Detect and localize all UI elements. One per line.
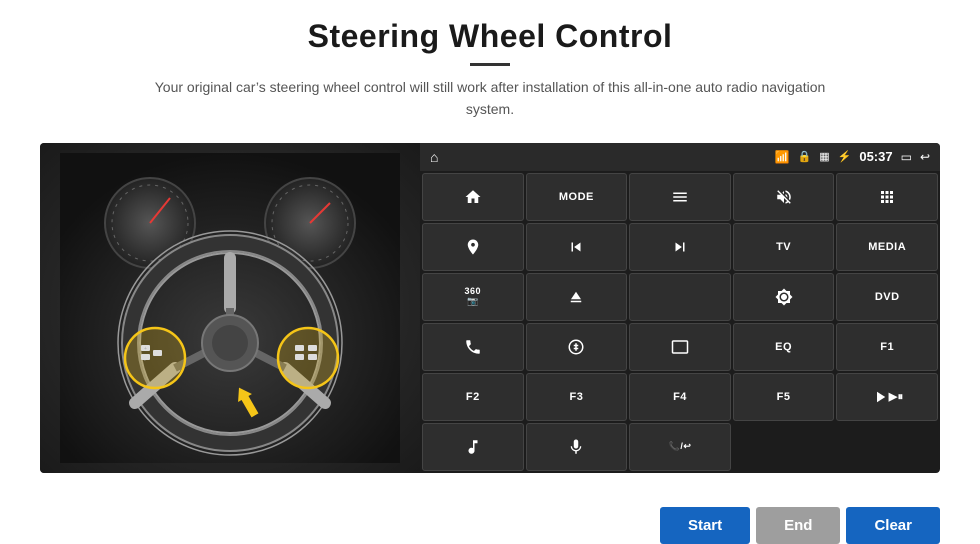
hu-btn-playpause[interactable]: ▶⏸ [836,373,938,421]
start-button[interactable]: Start [660,507,750,544]
hu-btn-prev[interactable] [526,223,628,271]
hu-btn-eject[interactable] [526,273,628,321]
steering-wheel-svg: + - [60,153,400,463]
car-image-panel: + - [40,143,420,473]
screen-icon: ▭ [901,150,912,164]
hu-btn-phone[interactable] [422,323,524,371]
hu-btn-f3[interactable]: F3 [526,373,628,421]
hu-btn-dvd[interactable]: DVD [836,273,938,321]
status-bar: ⌂ 📶 🔒 ▦ ⚡ 05:37 ▭ ↩ [420,143,940,171]
svg-text:+: + [144,346,147,352]
car-background: + - [40,143,420,473]
title-section: Steering Wheel Control Your original car… [40,18,940,135]
hu-btn-nav[interactable] [422,223,524,271]
button-grid: MODE TV [420,171,940,473]
hu-btn-tv[interactable]: TV [733,223,835,271]
back-icon: ↩ [920,150,930,164]
title-divider [470,63,510,66]
hu-btn-f1[interactable]: F1 [836,323,938,371]
hu-btn-music[interactable] [422,423,524,471]
hu-btn-f4[interactable]: F4 [629,373,731,421]
content-area: + - ⌂ [40,143,940,499]
hu-btn-home[interactable] [422,173,524,221]
hu-btn-apps[interactable] [836,173,938,221]
subtitle: Your original car’s steering wheel contr… [140,76,840,121]
wifi-icon: 📶 [775,150,790,164]
hu-btn-radio[interactable] [629,273,731,321]
hu-btn-navi2[interactable] [526,323,628,371]
hu-btn-eq[interactable]: EQ [733,323,835,371]
hu-btn-list[interactable] [629,173,731,221]
clear-button[interactable]: Clear [846,507,940,544]
hu-btn-handsfree[interactable]: 📞/↩ [629,423,731,471]
home-status-icon: ⌂ [430,149,438,165]
hu-btn-media[interactable]: MEDIA [836,223,938,271]
hu-btn-screen[interactable] [629,323,731,371]
end-button[interactable]: End [756,507,840,544]
hu-btn-next[interactable] [629,223,731,271]
status-left: ⌂ [430,149,438,165]
hu-btn-mic[interactable] [526,423,628,471]
head-unit-panel: ⌂ 📶 🔒 ▦ ⚡ 05:37 ▭ ↩ [420,143,940,473]
page-container: Steering Wheel Control Your original car… [0,0,980,544]
hu-btn-mute[interactable] [733,173,835,221]
hu-btn-brightness[interactable] [733,273,835,321]
hu-btn-360[interactable]: 360📷 [422,273,524,321]
hu-btn-mode[interactable]: MODE [526,173,628,221]
hu-btn-f5[interactable]: F5 [733,373,835,421]
bottom-action-bar: Start End Clear [40,499,940,544]
status-right: 📶 🔒 ▦ ⚡ 05:37 ▭ ↩ [775,149,930,164]
status-time: 05:37 [859,149,892,164]
sd-icon: ▦ [819,150,829,163]
bt-icon: ⚡ [838,150,852,163]
lock-icon: 🔒 [798,150,812,163]
main-title: Steering Wheel Control [40,18,940,55]
hu-btn-f2[interactable]: F2 [422,373,524,421]
